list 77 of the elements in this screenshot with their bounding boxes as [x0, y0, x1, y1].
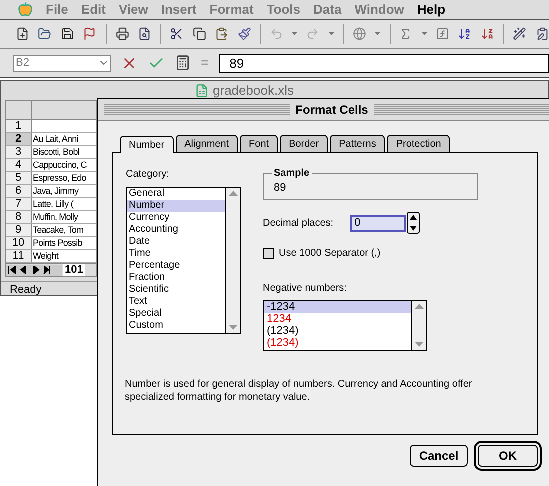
sample-label: Sample: [272, 166, 312, 181]
print-preview-icon[interactable]: [138, 25, 152, 43]
row-header[interactable]: 2: [6, 133, 32, 145]
decimal-places-field[interactable]: 0: [350, 214, 406, 232]
caret-icon[interactable]: [422, 32, 428, 36]
category-option[interactable]: Number: [127, 200, 225, 212]
negative-numbers-label: Negative numbers:: [263, 282, 348, 296]
row-header[interactable]: 10: [6, 237, 32, 249]
category-option[interactable]: Accounting: [127, 224, 225, 236]
row-header[interactable]: 9: [6, 224, 32, 236]
negative-format-option[interactable]: (1234): [264, 325, 411, 337]
paste-icon[interactable]: [215, 25, 229, 43]
table-cell: Weight: [32, 250, 58, 262]
tab[interactable]: Font: [240, 135, 278, 152]
paintbrush-icon[interactable]: [238, 25, 252, 43]
category-option[interactable]: General: [127, 188, 225, 200]
category-option[interactable]: Special: [127, 308, 225, 320]
copy-icon[interactable]: [192, 25, 206, 43]
table-cell: Au Lait, Anni: [32, 133, 78, 145]
table-cell: Java, Jimmy: [32, 185, 79, 197]
tab[interactable]: Patterns: [330, 135, 386, 152]
category-option[interactable]: Date: [127, 236, 225, 248]
caret-icon[interactable]: [292, 32, 298, 36]
negative-format-option[interactable]: (1234): [264, 337, 411, 349]
category-label: Category:: [126, 168, 170, 182]
form-icon[interactable]: [536, 25, 549, 43]
category-option[interactable]: Percentage: [127, 260, 225, 272]
row-header[interactable]: 3: [6, 146, 32, 158]
table-cell: Muffin, Molly: [32, 211, 78, 223]
window-title: gradebook.xls: [213, 82, 294, 100]
checkbox-label: Use 1000 Separator (,): [279, 247, 381, 261]
spinner-icon[interactable]: [406, 212, 420, 234]
decimal-places-label: Decimal places:: [263, 216, 334, 230]
globe-icon[interactable]: [352, 25, 366, 43]
sheet-tab[interactable]: 101: [63, 264, 86, 276]
caret-icon[interactable]: [328, 32, 334, 36]
row-header[interactable]: 7: [6, 198, 32, 210]
wizard-icon[interactable]: [513, 25, 527, 43]
negative-format-option[interactable]: -1234: [264, 301, 411, 313]
formula-field[interactable]: 89: [218, 54, 549, 72]
dialog-title: Format Cells: [296, 102, 368, 118]
row-header[interactable]: 5: [6, 172, 32, 184]
sample-value: 89: [274, 182, 288, 194]
table-cell: Cappuccino, C: [32, 159, 87, 171]
cancel-button[interactable]: Cancel: [410, 445, 468, 467]
flag-icon[interactable]: [83, 25, 97, 43]
row-header[interactable]: 4: [6, 159, 32, 171]
checkbox[interactable]: [263, 248, 274, 259]
caret-icon[interactable]: [375, 32, 381, 36]
table-cell: Biscotti, Bobl: [32, 146, 80, 158]
category-option[interactable]: Currency: [127, 212, 225, 224]
tab[interactable]: Number: [120, 136, 174, 153]
row-header[interactable]: 6: [6, 185, 32, 197]
negative-format-option[interactable]: 1234: [264, 313, 411, 325]
row-header[interactable]: 8: [6, 211, 32, 223]
row-header[interactable]: 1: [6, 120, 32, 132]
name-box[interactable]: B2: [13, 54, 111, 72]
calculator-icon[interactable]: [175, 55, 191, 71]
description-text: Number is used for general display of numbers. Currency and Accounting offer specialized formatting for monetary value.: [125, 378, 474, 404]
table-cell: Points Possib: [32, 237, 82, 249]
menu-item[interactable]: Help: [417, 0, 446, 20]
tab[interactable]: Alignment: [176, 135, 238, 152]
tab[interactable]: Protection: [387, 135, 450, 152]
row-header[interactable]: 11: [6, 250, 32, 262]
table-cell: Latte, Lilly (: [32, 198, 74, 210]
category-option[interactable]: Scientific: [127, 284, 225, 296]
table-cell: Teacake, Tom: [32, 224, 84, 236]
category-option[interactable]: Text: [127, 296, 225, 308]
category-option[interactable]: Time: [127, 248, 225, 260]
new-document-icon[interactable]: [16, 25, 30, 43]
status-text: Ready: [10, 283, 42, 298]
category-option[interactable]: Custom: [127, 320, 225, 332]
tab[interactable]: Border: [280, 135, 328, 152]
print-icon[interactable]: [116, 25, 130, 43]
table-cell: Espresso, Edo: [32, 172, 86, 184]
spreadsheet-file-icon: [195, 84, 210, 98]
category-option[interactable]: Fraction: [127, 272, 225, 284]
